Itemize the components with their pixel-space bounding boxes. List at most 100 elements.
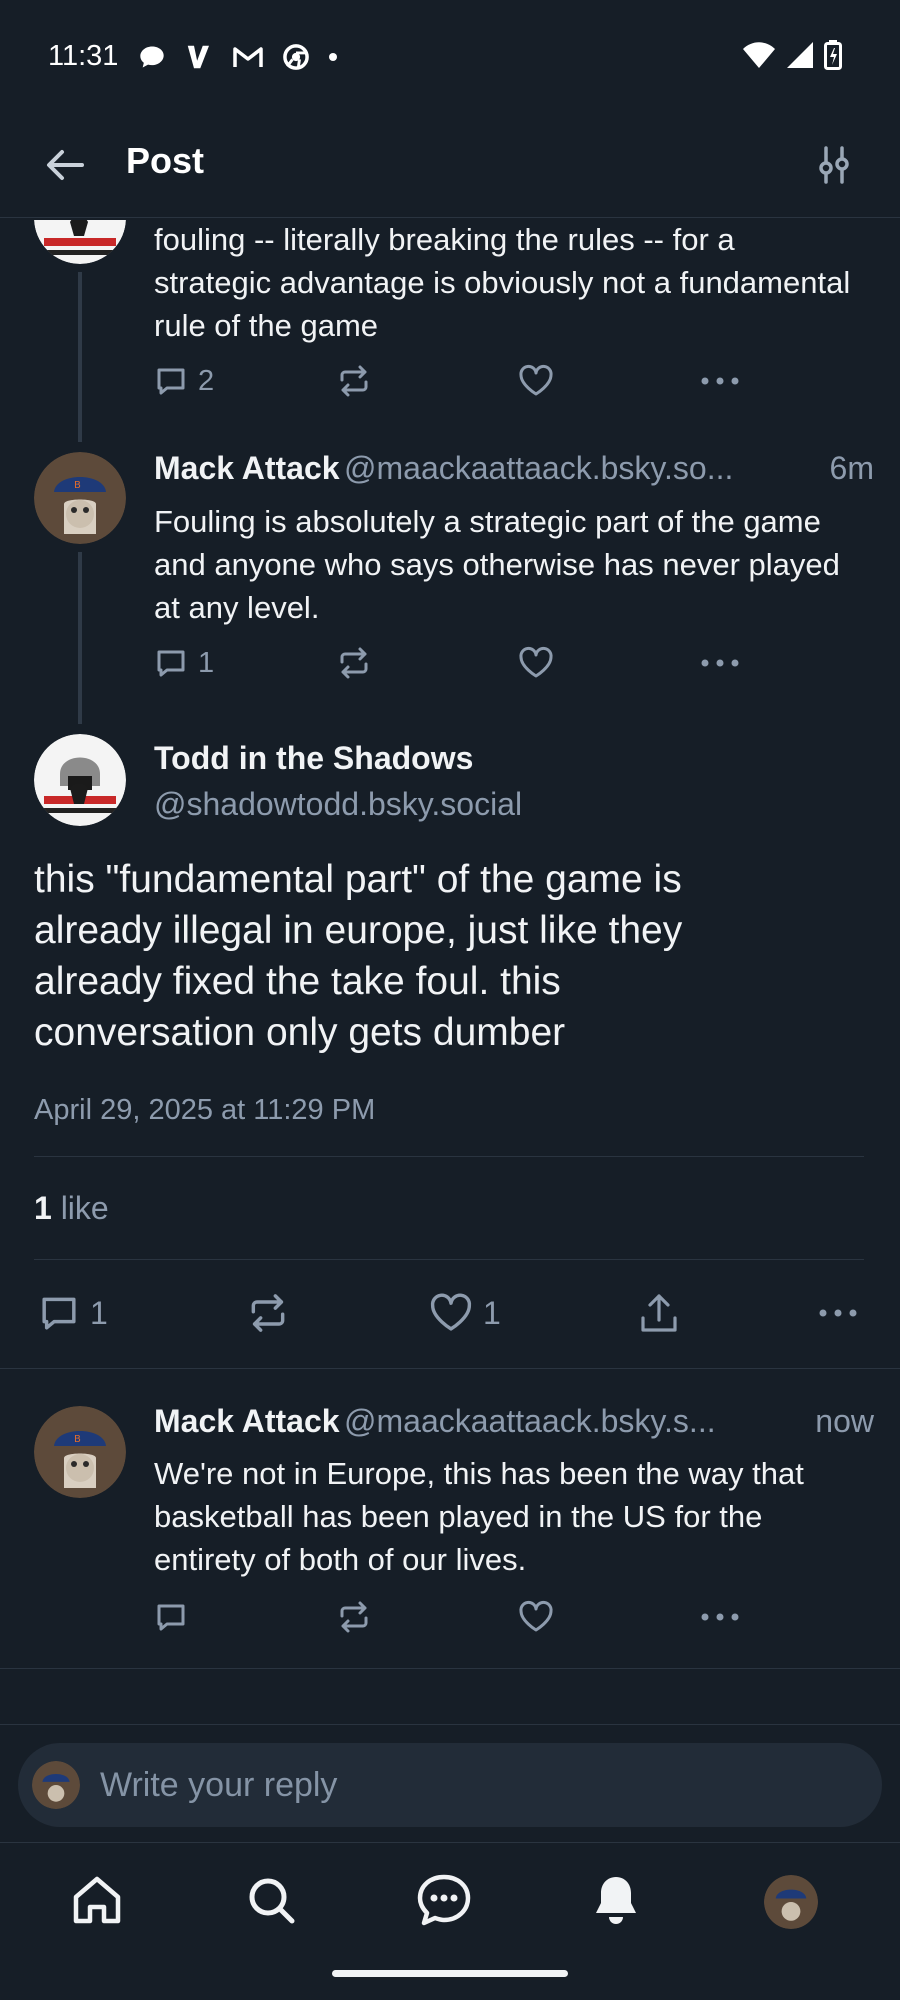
author-handle[interactable]: @maackaattaack.bsky.s... [344, 1403, 716, 1439]
author-name[interactable]: Mack Attack [154, 450, 340, 486]
divider [34, 1259, 864, 1260]
author-name[interactable]: Mack Attack [154, 1403, 340, 1439]
share-button[interactable] [639, 1292, 679, 1334]
more-button[interactable] [818, 1308, 858, 1318]
status-bar: 11:31 [0, 0, 900, 110]
bell-icon [596, 1877, 636, 1924]
post-header: Post [0, 110, 900, 218]
tab-home[interactable] [70, 1873, 124, 1927]
chrome-icon [283, 44, 309, 70]
reply-composer[interactable] [18, 1743, 882, 1827]
reply-count: 1 [198, 646, 215, 679]
reply-icon [157, 650, 185, 677]
repost-icon [340, 1601, 368, 1633]
author-handle[interactable]: @maackaattaack.bsky.so... [344, 450, 733, 486]
heart-icon [519, 646, 553, 678]
reply-2-meta: Mack Attack @maackaattaack.bsky.s... now [154, 1403, 874, 1440]
post-time: 6m [829, 450, 874, 486]
reply-2-text: We're not in Europe, this has been the w… [154, 1456, 804, 1577]
main-post-text: this "fundamental part" of the game is a… [34, 858, 683, 1054]
reply-icon [157, 1604, 185, 1631]
like-button[interactable] [518, 364, 700, 398]
like-button[interactable] [518, 1600, 700, 1634]
post-time: now [815, 1403, 874, 1439]
svg-text:B: B [74, 1434, 81, 1445]
back-button[interactable] [42, 142, 88, 188]
reply-button[interactable]: 2 [154, 364, 336, 398]
divider [0, 1368, 900, 1369]
thread-line [78, 272, 82, 442]
status-time: 11:31 [48, 40, 119, 72]
home-indicator [332, 1970, 568, 1977]
post-timestamp: April 29, 2025 at 11:29 PM [34, 1094, 376, 1126]
avatar-mack[interactable]: B [34, 452, 126, 544]
message-notification-icon [140, 46, 164, 68]
home-icon [73, 1876, 121, 1924]
reply-2-actions [154, 1600, 740, 1634]
reply-button[interactable]: 1 [154, 646, 336, 680]
chat-icon [417, 1874, 471, 1926]
more-button[interactable] [700, 1612, 740, 1622]
more-icon [701, 659, 739, 667]
composer-avatar [32, 1761, 80, 1809]
heart-icon [430, 1293, 472, 1331]
divider [0, 1724, 900, 1725]
more-icon [701, 1613, 739, 1621]
tab-chat[interactable] [416, 1873, 472, 1927]
more-button[interactable] [700, 376, 740, 386]
main-author-name[interactable]: Todd in the Shadows [154, 740, 473, 777]
more-icon [819, 1309, 857, 1317]
dot-icon [329, 53, 337, 61]
gmail-icon [233, 47, 263, 67]
thread-settings-button[interactable] [814, 144, 854, 186]
repost-button[interactable] [246, 1292, 290, 1334]
divider [34, 1156, 864, 1157]
wifi-icon [743, 42, 775, 68]
heart-icon [519, 1600, 553, 1632]
reply-button[interactable]: 1 [38, 1292, 108, 1334]
battery-icon [824, 40, 842, 70]
avatar-mack[interactable]: B [34, 1406, 126, 1498]
divider [0, 1668, 900, 1669]
reply-count: 1 [90, 1294, 108, 1331]
main-post-actions: 1 1 [38, 1292, 858, 1334]
like-button[interactable] [518, 646, 700, 680]
page-title: Post [126, 140, 205, 181]
reply-input[interactable] [100, 1763, 800, 1807]
reply-icon [42, 1297, 76, 1330]
tab-search[interactable] [244, 1873, 298, 1927]
repost-button[interactable] [336, 1600, 518, 1634]
system-icons [742, 40, 842, 70]
main-author-handle[interactable]: @shadowtodd.bsky.social [154, 786, 522, 823]
repost-icon [252, 1294, 285, 1332]
likes-label: like [60, 1190, 109, 1226]
signal-icon [787, 42, 813, 68]
venmo-icon [187, 45, 209, 69]
svg-text:B: B [74, 480, 81, 491]
parent-post-actions: 2 [154, 364, 740, 398]
reply-1-text: Fouling is absolutely a strategic part o… [154, 504, 840, 625]
reply-button[interactable] [154, 1600, 336, 1634]
avatar-todd[interactable] [34, 734, 126, 826]
search-icon [249, 1878, 295, 1924]
tab-profile[interactable] [764, 1875, 818, 1929]
reply-1-meta: Mack Attack @maackaattaack.bsky.so... 6m [154, 450, 874, 487]
reply-1-actions: 1 [154, 646, 740, 680]
repost-icon [340, 647, 368, 679]
repost-button[interactable] [336, 646, 518, 680]
reply-count: 2 [198, 364, 215, 397]
thread-line [78, 552, 82, 724]
back-arrow-icon [47, 150, 84, 180]
avatar [764, 1875, 818, 1929]
likes-count: 1 [34, 1190, 52, 1226]
likes-summary[interactable]: 1 like [34, 1190, 109, 1227]
repost-icon [340, 365, 368, 397]
more-icon [701, 377, 739, 385]
like-count: 1 [482, 1294, 501, 1331]
reply-icon [157, 368, 185, 395]
more-button[interactable] [700, 658, 740, 668]
heart-icon [519, 364, 553, 396]
tab-notifications[interactable] [590, 1873, 642, 1927]
repost-button[interactable] [336, 364, 518, 398]
like-button[interactable]: 1 [429, 1292, 501, 1334]
